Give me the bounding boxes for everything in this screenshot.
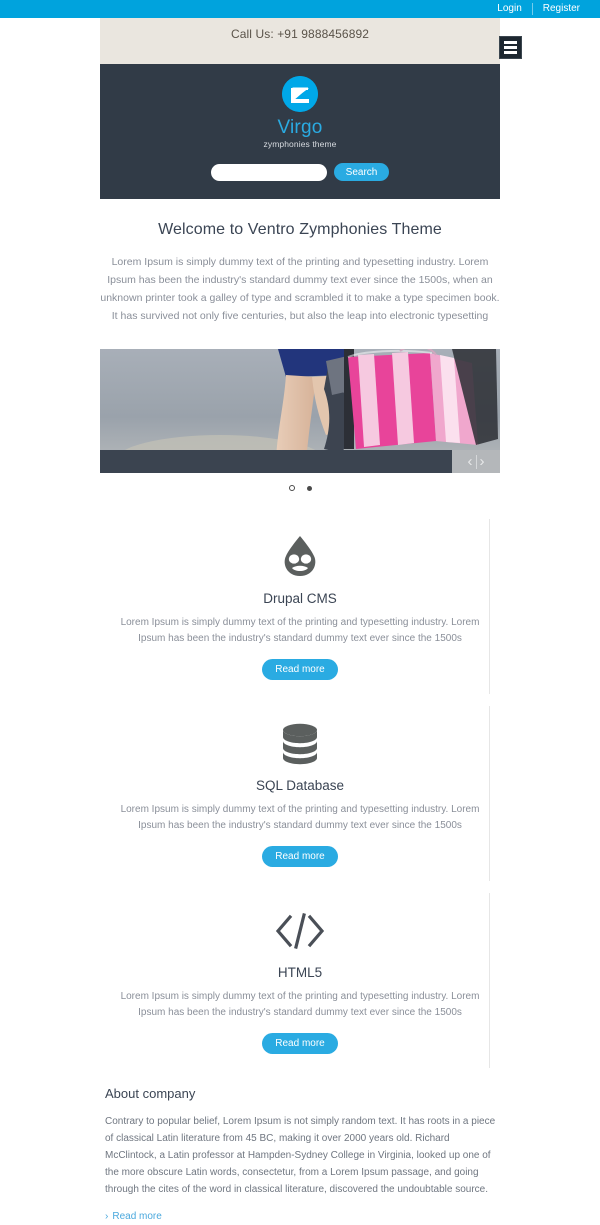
page-title: Welcome to Ventro Zymphonies Theme (158, 221, 442, 238)
database-stack-icon (112, 722, 488, 766)
service-description: Lorem Ipsum is simply dummy text of the … (120, 991, 480, 1018)
search-input[interactable] (210, 163, 327, 181)
read-more-button[interactable]: Read more (262, 659, 338, 680)
about-title: About company (105, 1086, 196, 1101)
call-us-bar: Call Us: +91 9888456892 (100, 18, 522, 64)
search-bar: Search (100, 163, 500, 181)
page-root: Login Register Call Us: +91 9888456892 V… (0, 0, 600, 1225)
hamburger-menu-icon[interactable] (499, 36, 522, 59)
service-card-drupal: Drupal CMS Lorem Ipsum is simply dummy t… (0, 513, 600, 700)
hamburger-bar (504, 46, 517, 49)
about-section: About company Contrary to popular belief… (0, 1074, 600, 1225)
code-brackets-icon (112, 909, 488, 953)
carousel-section: ‹ › (0, 325, 600, 491)
site-header: Virgo zymphonies theme Search (100, 64, 500, 199)
carousel-caption-strip (100, 450, 500, 473)
service-description: Lorem Ipsum is simply dummy text of the … (120, 617, 480, 644)
carousel-dot-2[interactable] (306, 485, 312, 491)
carousel-pagination (100, 485, 500, 491)
site-slogan: zymphonies theme (263, 139, 337, 149)
hamburger-bar (504, 51, 517, 54)
about-read-more-label: Read more (112, 1211, 162, 1222)
chevron-right-icon[interactable]: › (477, 454, 488, 469)
service-description: Lorem Ipsum is simply dummy text of the … (120, 804, 480, 831)
top-utility-bar: Login Register (0, 0, 600, 18)
drupal-droplet-icon (112, 535, 488, 579)
call-us-text: Call Us: +91 9888456892 (230, 27, 370, 41)
service-title: SQL Database (255, 778, 345, 793)
service-card-html5: HTML5 Lorem Ipsum is simply dummy text o… (0, 887, 600, 1074)
service-title: HTML5 (277, 965, 323, 980)
z-logo-icon[interactable] (282, 76, 318, 112)
welcome-section: Welcome to Ventro Zymphonies Theme Lorem… (0, 199, 600, 325)
welcome-body: Lorem Ipsum is simply dummy text of the … (100, 256, 500, 322)
login-link[interactable]: Login (487, 0, 531, 18)
read-more-button[interactable]: Read more (262, 1033, 338, 1054)
service-title: Drupal CMS (263, 591, 337, 606)
register-link[interactable]: Register (533, 0, 590, 18)
hamburger-bar (504, 41, 517, 44)
carousel-dot-1[interactable] (288, 485, 295, 491)
about-body: Contrary to popular belief, Lorem Ipsum … (105, 1116, 496, 1195)
chevron-left-icon[interactable]: ‹ (465, 454, 476, 469)
chevron-right-small-icon: › (105, 1211, 109, 1222)
services-section: Drupal CMS Lorem Ipsum is simply dummy t… (0, 513, 600, 1074)
carousel[interactable]: ‹ › (100, 349, 500, 473)
site-name[interactable]: Virgo (100, 118, 500, 138)
carousel-nav: ‹ › (452, 450, 500, 473)
service-card-sql: SQL Database Lorem Ipsum is simply dummy… (0, 700, 600, 887)
about-read-more-link[interactable]: › Read more (105, 1211, 500, 1222)
search-button[interactable]: Search (333, 163, 390, 181)
read-more-button[interactable]: Read more (262, 846, 338, 867)
